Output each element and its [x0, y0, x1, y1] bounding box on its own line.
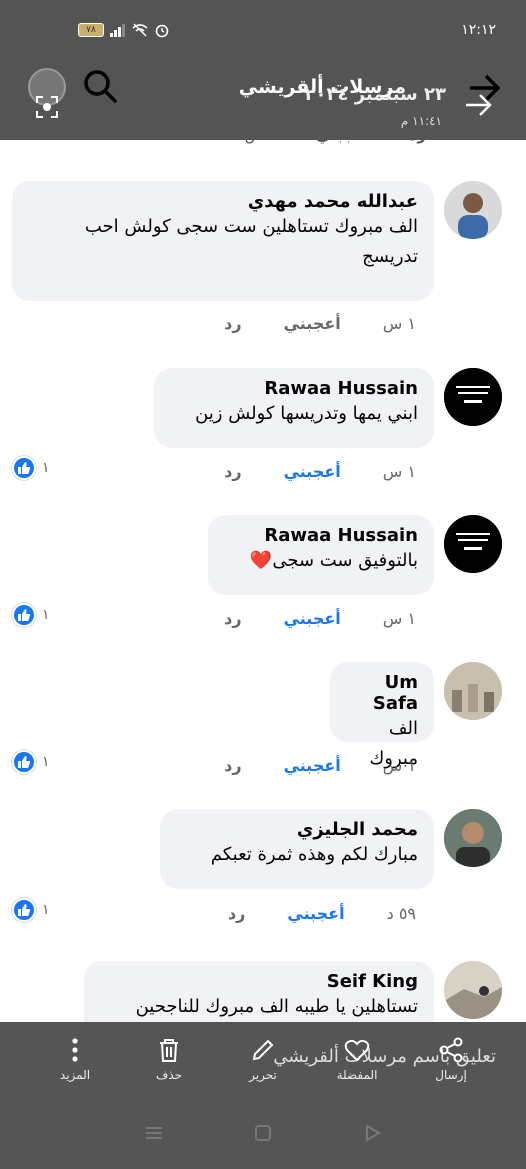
comment-bubble: Rawaa Hussain بالتوفيق ست سجى❤️: [208, 515, 434, 595]
like-button[interactable]: أعجبني: [284, 756, 341, 775]
comment-author[interactable]: Rawaa Hussain: [170, 378, 418, 399]
comment-author[interactable]: Rawaa Hussain: [224, 525, 418, 546]
wifi-off-icon: [132, 23, 148, 37]
delete-button[interactable]: حذف: [134, 1036, 204, 1082]
clock: ١٢:١٢: [461, 22, 496, 38]
thumbs-up-icon: [12, 750, 36, 774]
like-button[interactable]: أعجبني: [284, 462, 341, 481]
comment-time: ١ س: [382, 462, 416, 481]
like-count: ١: [42, 460, 50, 476]
reaction-count[interactable]: ١: [12, 898, 50, 922]
like-button[interactable]: أعجبني: [284, 314, 341, 333]
like-button[interactable]: أعجبني: [316, 126, 370, 144]
status-bar: ٧٨ ١٢:١٢: [0, 0, 526, 64]
avatar[interactable]: [444, 181, 502, 239]
status-icons: ٧٨: [78, 22, 170, 38]
like-count: ١: [42, 607, 50, 623]
avatar[interactable]: [444, 809, 502, 867]
bottom-action-overlay: تعليق باسم مرسلات ألقريشي المزيد حذف تحر…: [0, 1022, 526, 1169]
avatar-image-icon: [444, 961, 502, 1019]
more-vertical-icon: [72, 1038, 78, 1062]
share-icon: [439, 1037, 463, 1063]
reaction-count[interactable]: ١: [12, 456, 50, 480]
favorite-label: المفضلة: [336, 1068, 378, 1082]
comment-bubble: Um Safa الف مبروك: [330, 662, 434, 769]
trash-icon: [160, 1039, 178, 1062]
share-button[interactable]: إرسال: [416, 1036, 486, 1082]
comment-author[interactable]: عبدالله محمد مهدي: [28, 191, 418, 212]
avatar-image-icon: [444, 515, 502, 573]
avatar-image-icon: [444, 368, 502, 426]
comment-time: ٥٩ د: [386, 904, 416, 923]
reply-button[interactable]: رد: [228, 904, 245, 923]
reply-button[interactable]: رد: [224, 462, 241, 481]
edit-button[interactable]: تحرير: [228, 1036, 298, 1082]
comment-author[interactable]: Seif King: [100, 971, 418, 992]
like-count: ١: [42, 902, 50, 918]
delete-label: حذف: [155, 1068, 183, 1082]
comment-text: تستاهلين يا طيبه الف مبروك للناجحين: [135, 996, 418, 1017]
comment-author[interactable]: محمد الجليزي: [176, 819, 418, 840]
reply-button[interactable]: رد: [224, 314, 241, 333]
comment-bubble: Rawaa Hussain ابني يمها وتدريسها كولش زي…: [154, 368, 434, 448]
comment-text: ابني يمها وتدريسها كولش زين: [195, 403, 418, 424]
more-button[interactable]: المزيد: [40, 1036, 110, 1082]
lens-icon[interactable]: [34, 94, 60, 120]
thumbs-up-icon: [12, 898, 36, 922]
comment-author[interactable]: Um Safa: [346, 672, 418, 714]
back-arrow-icon[interactable]: [462, 90, 494, 120]
thumbs-up-icon: [12, 456, 36, 480]
action-toolbar: المزيد حذف تحرير المفضلة إرسال: [0, 1036, 526, 1082]
favorite-button[interactable]: المفضلة: [322, 1036, 392, 1082]
comment-text: مبارك لكم وهذه ثمرة تعبكم: [210, 844, 418, 865]
edit-label: تحرير: [249, 1068, 277, 1082]
reply-button[interactable]: رد: [410, 126, 426, 144]
comment-actions: ١ س أعجبني رد: [224, 756, 416, 775]
avatar[interactable]: [444, 662, 502, 720]
comment-actions: ٥٩ د أعجبني رد: [228, 904, 416, 923]
system-nav-bar: [0, 1118, 526, 1148]
comment-time: ١ س: [382, 609, 416, 628]
reply-button[interactable]: رد: [224, 756, 241, 775]
previous-comment-actions: ١ س أعجبني رد: [245, 126, 426, 144]
person-icon: [444, 181, 502, 239]
comment-actions: ١ س أعجبني رد: [224, 314, 416, 333]
like-button[interactable]: أعجبني: [284, 609, 341, 628]
battery-icon: ٧٨: [78, 23, 104, 37]
avatar-image-icon: [444, 662, 502, 720]
signal-icon: [110, 24, 125, 37]
share-label: إرسال: [435, 1068, 467, 1082]
comment-bubble: محمد الجليزي مبارك لكم وهذه ثمرة تعبكم: [160, 809, 434, 889]
back-icon[interactable]: [361, 1122, 383, 1144]
like-count: ١: [42, 754, 50, 770]
alarm-icon: [155, 24, 169, 38]
comment-time: ١ س: [244, 126, 277, 144]
heart-icon: [344, 1039, 370, 1062]
home-icon[interactable]: [252, 1122, 274, 1144]
person-icon: [444, 809, 502, 867]
comment-text: بالتوفيق ست سجى❤️: [249, 550, 418, 571]
comment-time: ١ س: [382, 756, 416, 775]
comment-time: ١ س: [382, 314, 416, 333]
like-button[interactable]: أعجبني: [287, 904, 344, 923]
more-label: المزيد: [59, 1068, 91, 1082]
comment-bubble: عبدالله محمد مهدي الف مبروك تستاهلين ست …: [12, 181, 434, 301]
reaction-count[interactable]: ١: [12, 750, 50, 774]
reaction-count[interactable]: ١: [12, 603, 50, 627]
comment-actions: ١ س أعجبني رد: [224, 609, 416, 628]
post-date: ٢٣ سبتمبر ٢٠٢٤: [304, 84, 446, 105]
avatar[interactable]: [444, 515, 502, 573]
menu-icon[interactable]: [143, 1122, 165, 1144]
thumbs-up-icon: [12, 603, 36, 627]
avatar[interactable]: [444, 961, 502, 1019]
comment-text: الف مبروك تستاهلين ست سجى كولش احب تدريس…: [84, 216, 418, 267]
search-icon[interactable]: [82, 68, 118, 104]
pencil-icon: [252, 1039, 274, 1061]
avatar[interactable]: [444, 368, 502, 426]
comment-actions: ١ س أعجبني رد: [224, 462, 416, 481]
reply-button[interactable]: رد: [224, 609, 241, 628]
